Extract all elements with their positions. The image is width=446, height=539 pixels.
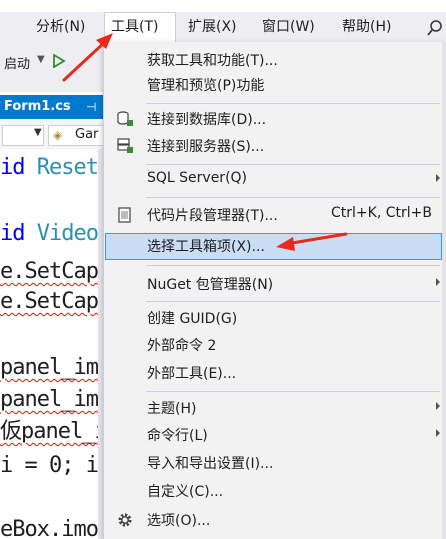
menu-item-create-guid[interactable]: 创建 GUID(G) — [105, 305, 442, 330]
class-icon: ◈ — [53, 128, 63, 142]
menu-item-code-snippets[interactable]: 代码片段管理器(T)... Ctrl+K, Ctrl+B — [105, 202, 442, 227]
menu-item-manage-preview[interactable]: 管理和预览(P)功能 — [105, 72, 442, 97]
submenu-arrow-icon — [436, 429, 440, 437]
code-line: panel_im — [0, 387, 99, 412]
type-dropdown-label: Gar — [75, 127, 99, 142]
menu-item-nuget[interactable]: NuGet 包管理器(N) — [105, 271, 442, 296]
code-line: eBox.imo — [0, 517, 99, 539]
menu-separator — [146, 265, 440, 266]
menu-item-command-line[interactable]: 命令行(L) — [105, 422, 442, 447]
menu-item-get-tools[interactable]: 获取工具和功能(T)... — [105, 47, 442, 72]
menu-help[interactable]: 帮助(H) — [336, 12, 397, 42]
submenu-arrow-icon — [436, 402, 440, 410]
code-line: id ResetF — [0, 155, 104, 180]
tools-menu-dropdown: 获取工具和功能(T)... 管理和预览(P)功能 连接到数据库(D)... 连接… — [103, 42, 446, 539]
pin-icon[interactable]: ⊣ — [86, 95, 96, 119]
submenu-arrow-icon — [436, 174, 440, 182]
chevron-down-icon: ▼ — [34, 127, 42, 138]
code-editor[interactable]: id ResetF id Video e.SetCapt e.SetCapt p… — [0, 149, 104, 539]
code-line: panel_im — [0, 355, 99, 380]
code-line: 仮panel_i — [0, 419, 104, 444]
code-line: i = 0; i < — [0, 453, 104, 478]
play-icon[interactable] — [52, 54, 66, 68]
code-line: e.SetCapt — [0, 289, 104, 314]
type-dropdown[interactable]: ◈ Gar — [48, 125, 110, 146]
menu-item-external-tools[interactable]: 外部工具(E)... — [105, 360, 442, 385]
gear-icon — [118, 513, 132, 527]
menu-edge — [442, 42, 446, 539]
toolbar: 启动 ▼ — [0, 42, 104, 92]
code-snippet-icon — [118, 207, 131, 223]
code-line: id Video — [0, 221, 99, 246]
server-connect-icon — [117, 138, 133, 153]
database-connect-icon — [117, 111, 133, 126]
chevron-down-icon[interactable]: ▼ — [37, 54, 45, 65]
menu-analyze[interactable]: 分析(N) — [30, 12, 91, 42]
menu-item-import-export-settings[interactable]: 导入和导出设置(I)... — [105, 450, 442, 475]
menu-item-sql-server[interactable]: SQL Server(Q) — [105, 167, 442, 192]
menu-tools[interactable]: 工具(T) — [104, 12, 176, 43]
navigation-bar: ▼ ◈ Gar — [0, 121, 110, 150]
shortcut-text: Ctrl+K, Ctrl+B — [331, 205, 432, 221]
menu-item-options[interactable]: 选项(O)... — [105, 507, 442, 532]
main-menu-bar: 分析(N) 工具(T) 扩展(X) 窗口(W) 帮助(H) — [0, 12, 446, 43]
menu-item-theme[interactable]: 主题(H) — [105, 395, 442, 420]
start-button-label[interactable]: 启动 — [4, 53, 30, 72]
menu-separator — [146, 197, 440, 198]
menu-separator — [146, 391, 440, 392]
menu-item-connect-server[interactable]: 连接到服务器(S)... — [105, 133, 442, 158]
submenu-arrow-icon — [436, 278, 440, 286]
tab-form1-cs[interactable]: Form1.cs ⊣ — [0, 95, 104, 119]
project-dropdown[interactable]: ▼ — [2, 125, 44, 146]
menu-window[interactable]: 窗口(W) — [256, 12, 321, 42]
menu-item-customize[interactable]: 自定义(C)... — [105, 478, 442, 503]
menu-separator — [146, 164, 440, 165]
menu-separator — [146, 103, 440, 104]
tab-label: Form1.cs — [4, 99, 71, 114]
menu-item-choose-toolbox-items[interactable]: 选择工具箱项(X)... — [105, 233, 442, 260]
menu-item-connect-database[interactable]: 连接到数据库(D)... — [105, 106, 442, 131]
search-icon[interactable] — [427, 18, 446, 37]
menu-extensions[interactable]: 扩展(X) — [182, 12, 243, 42]
menu-separator — [146, 301, 440, 302]
menu-item-external-command-2[interactable]: 外部命令 2 — [105, 332, 442, 357]
code-line: e.SetCapt — [0, 259, 104, 284]
